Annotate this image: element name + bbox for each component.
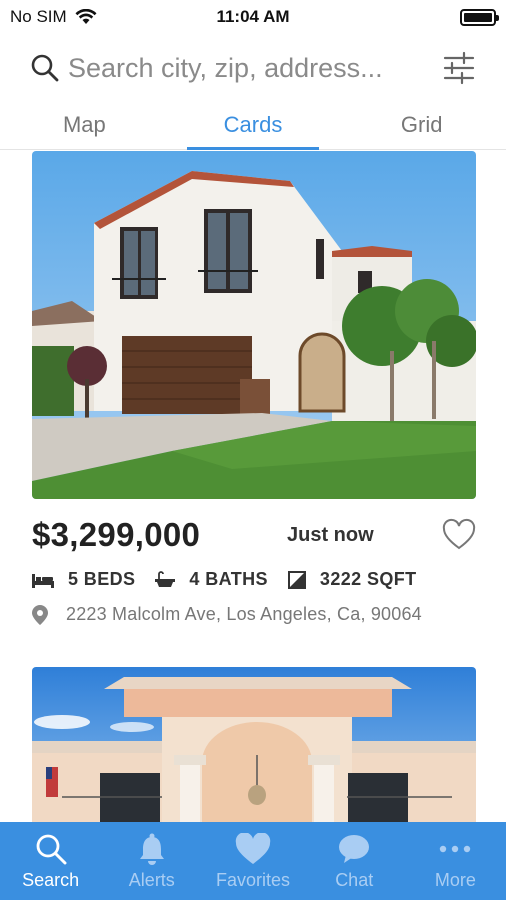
battery-icon [460,8,499,26]
nav-search[interactable]: Search [0,822,101,900]
tab-map[interactable]: Map [0,100,169,149]
search-bar [0,40,506,96]
sliders-icon[interactable] [442,51,476,85]
bell-icon [139,833,164,865]
nav-alerts-label: Alerts [128,870,175,890]
view-tabs: Map Cards Grid [0,100,506,150]
wifi-icon [75,9,97,24]
status-bar: No SIM 11:04 AM [0,0,506,34]
nav-more[interactable]: More [405,822,506,900]
listing-photo[interactable] [32,151,476,499]
nav-alerts[interactable]: Alerts [101,822,202,900]
nav-favorites[interactable]: Favorites [202,822,303,900]
area-icon [287,570,306,589]
bathtub-icon [155,570,176,587]
sqft-label: 3222 SQFT [319,569,417,589]
chat-bubble-icon [339,835,370,863]
address-row: 2223 Malcolm Ave, Los Angeles, Ca, 90064 [32,604,476,625]
battery-level [464,12,492,22]
nav-more-label: More [434,870,476,890]
specs-row: 5 BEDS 4 BATHS 3222 SQFT [32,569,476,590]
beds-label: 5 BEDS [68,569,136,589]
sqft-spec: 3222 SQFT [287,569,417,590]
nav-chat[interactable]: Chat [304,822,405,900]
heart-icon [235,833,271,864]
more-dots-icon [440,845,471,853]
listing-card[interactable]: $3,299,000 Just now 5 BEDS 4 BATHS 3222 … [32,151,476,625]
nav-favorites-label: Favorites [215,870,291,890]
carrier-label: No SIM [10,7,67,26]
search-icon [36,834,67,865]
listing-card[interactable] [32,667,476,822]
search-input[interactable] [68,52,432,84]
heart-outline-icon[interactable] [442,518,476,552]
listing-address: 2223 Malcolm Ave, Los Angeles, Ca, 90064 [66,604,422,624]
listing-price: $3,299,000 [32,516,201,553]
baths-spec: 4 BATHS [155,569,268,590]
bed-icon [32,573,54,588]
status-left: No SIM [10,7,97,27]
tab-cards[interactable]: Cards [169,100,338,150]
location-pin-icon [32,604,48,625]
listing-feed[interactable]: $3,299,000 Just now 5 BEDS 4 BATHS 3222 … [0,151,506,822]
listing-photo[interactable] [32,667,476,822]
beds-spec: 5 BEDS [32,569,135,590]
nav-search-label: Search [22,870,80,890]
bottom-nav: Search Alerts Favorites Chat More [0,822,506,900]
price-row: $3,299,000 Just now [32,513,476,557]
baths-label: 4 BATHS [189,569,268,589]
tab-grid[interactable]: Grid [337,100,506,149]
search-icon [31,54,59,82]
nav-chat-label: Chat [335,870,374,890]
posted-time: Just now [287,523,374,546]
